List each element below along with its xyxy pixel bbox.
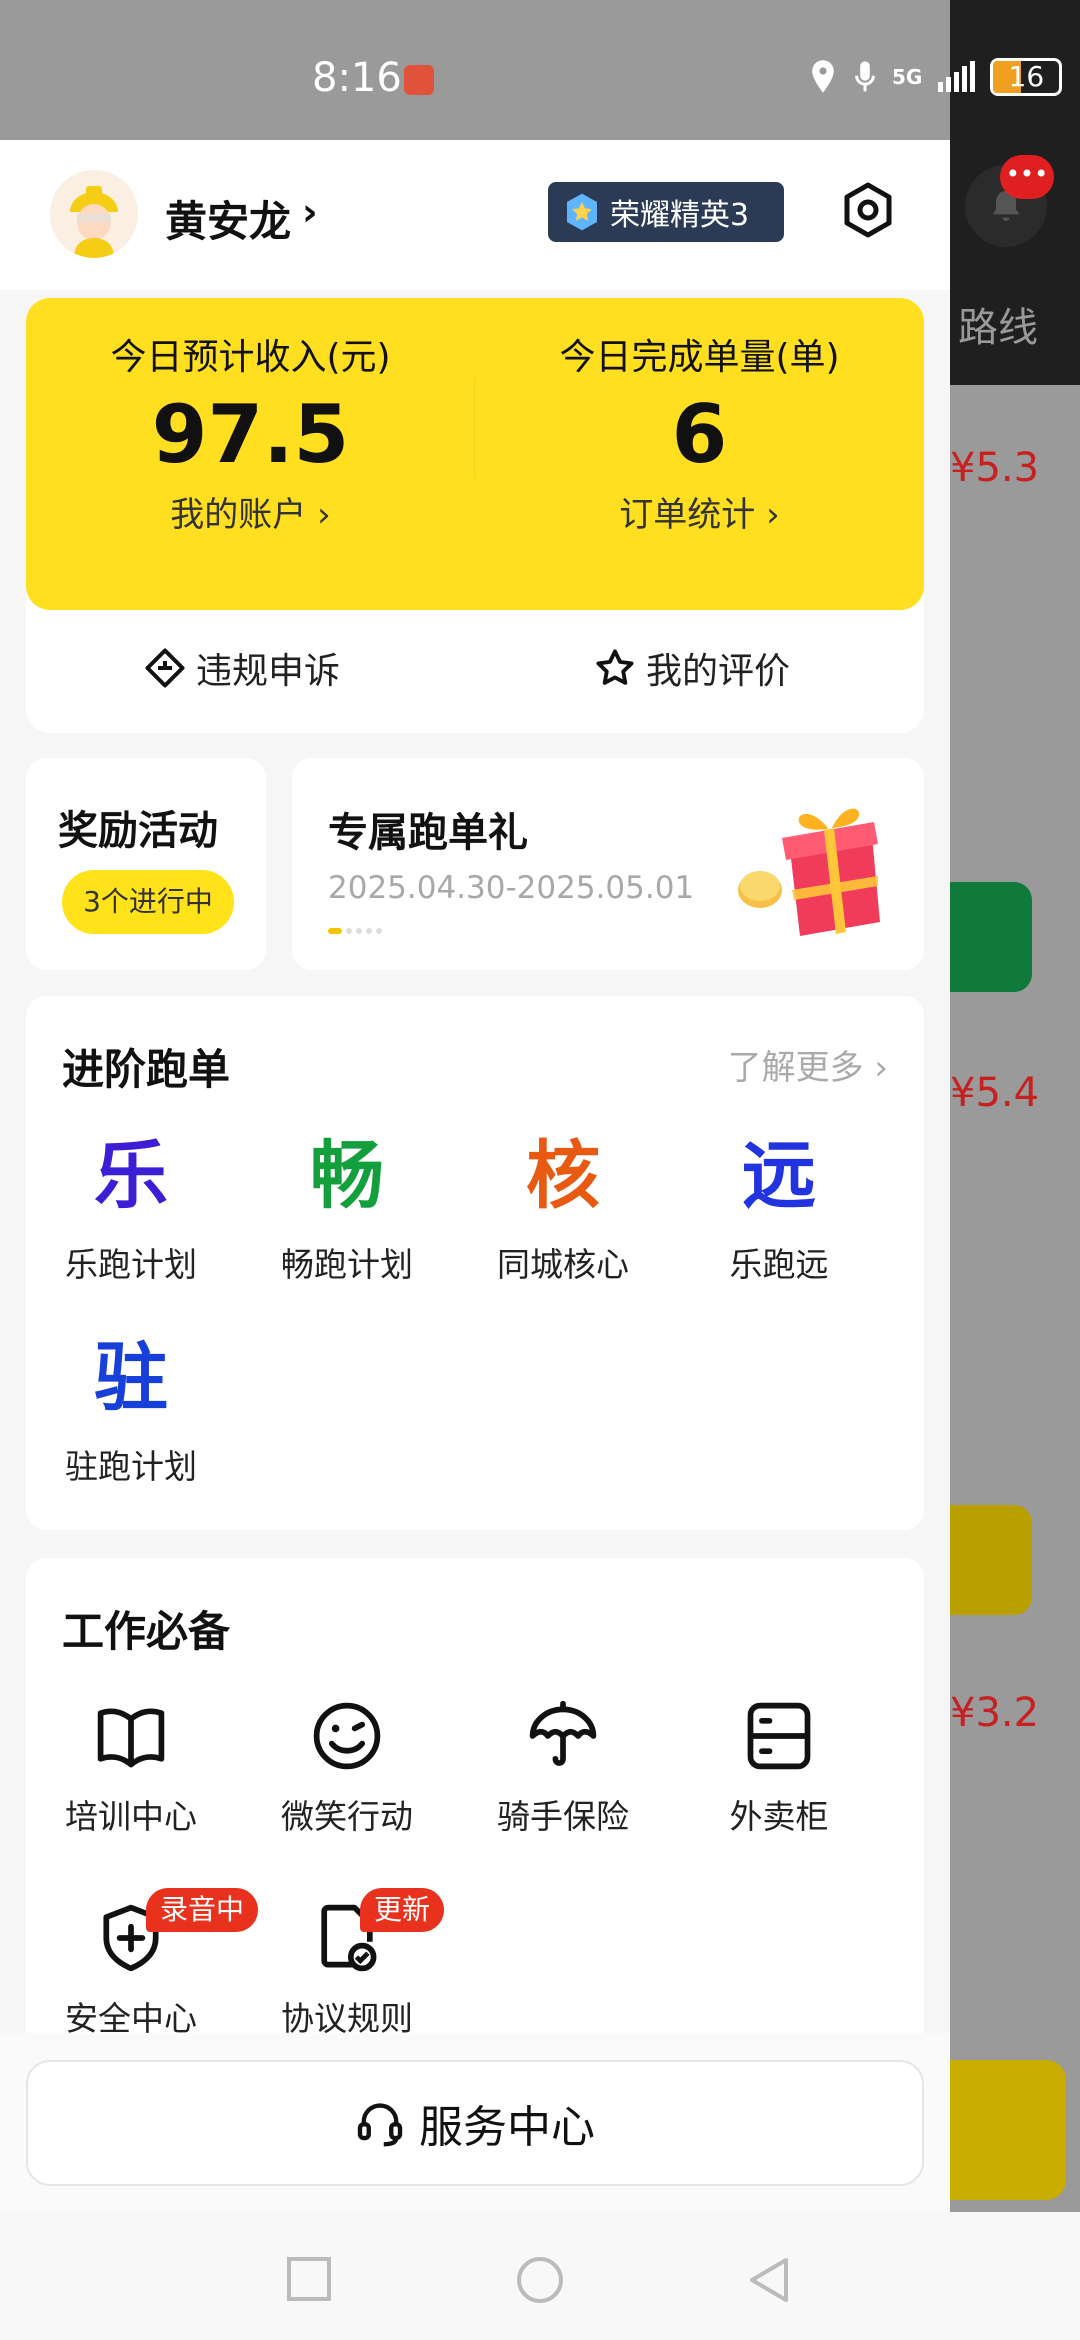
status-time: 8:16: [312, 55, 402, 101]
background-nav-strip: [950, 2212, 1080, 2340]
settings-gear-icon[interactable]: [838, 180, 898, 240]
notification-badge: •••: [1000, 155, 1054, 199]
promo-banner[interactable]: 专属跑单礼 2025.04.30-2025.05.01: [292, 758, 924, 970]
battery-icon: 16: [990, 58, 1063, 96]
rider-insurance[interactable]: 骑手保险: [458, 1698, 668, 1838]
my-account-link[interactable]: 我的账户 ›: [26, 487, 475, 536]
station-glyph-icon: 驻: [94, 1335, 168, 1421]
core-glyph-icon: 核: [526, 1133, 600, 1219]
plan-chang-run[interactable]: 畅 畅跑计划: [242, 1126, 452, 1286]
section-title: 进阶跑单: [62, 1045, 231, 1094]
recording-indicator-icon: [404, 65, 434, 95]
update-tag: 更新: [360, 1888, 445, 1932]
rank-badge[interactable]: 荣耀精英3: [548, 182, 784, 242]
plan-le-run[interactable]: 乐 乐跑计划: [26, 1126, 236, 1286]
carousel-indicator: [328, 928, 382, 934]
training-center[interactable]: 培训中心: [26, 1698, 236, 1838]
reward-count-badge: 3个进行中: [62, 870, 234, 934]
orders-label: 今日完成单量(单): [559, 337, 840, 378]
orders-value: 6: [671, 388, 728, 481]
order-price: ¥3.2: [950, 1690, 1040, 1736]
my-rating-button[interactable]: 我的评价: [594, 642, 790, 694]
back-icon[interactable]: [746, 2256, 790, 2304]
avatar[interactable]: [50, 170, 138, 258]
system-navigation-bar: [0, 2212, 950, 2340]
income-label: 今日预计收入(元): [110, 337, 391, 378]
smile-action[interactable]: 微笑行动: [242, 1698, 452, 1838]
orders-stat[interactable]: 今日完成单量(单) 6 订单统计 ›: [475, 328, 924, 536]
safety-center[interactable]: 录音中 安全中心: [26, 1888, 259, 2040]
background-action-button: [950, 2060, 1066, 2200]
smile-icon: [313, 1702, 381, 1770]
location-icon: [812, 60, 834, 93]
user-name[interactable]: 黄安龙: [165, 188, 291, 249]
agreement-rules[interactable]: 更新 协议规则: [242, 1888, 452, 2040]
gift-box-icon: [738, 808, 880, 936]
status-bar: 8:16 5G 16: [0, 0, 1080, 140]
appeal-diamond-icon: [145, 648, 185, 688]
umbrella-icon: [529, 1700, 597, 1766]
le-glyph-icon: 乐: [94, 1133, 168, 1219]
recent-apps-icon[interactable]: [286, 2256, 332, 2302]
plan-station-run[interactable]: 驻 驻跑计划: [26, 1328, 236, 1488]
takeout-locker[interactable]: 外卖柜: [674, 1698, 884, 1838]
book-icon: [97, 1708, 165, 1768]
rank-star-icon: [567, 193, 597, 231]
headset-icon: [357, 2103, 403, 2147]
section-title: 工作必备: [62, 1607, 231, 1656]
background-yellow-button: [950, 1505, 1032, 1615]
reward-title: 奖励活动: [58, 808, 218, 854]
drawer-header: 黄安龙 › 荣耀精英3: [0, 140, 950, 290]
plan-city-core[interactable]: 核 同城核心: [458, 1126, 668, 1286]
chang-glyph-icon: 畅: [310, 1133, 384, 1219]
rank-label: 荣耀精英3: [610, 198, 750, 233]
promo-title: 专属跑单礼: [328, 810, 528, 856]
status-icons: 5G 16: [808, 58, 1063, 96]
signal-icon: [938, 61, 976, 92]
chevron-right-icon[interactable]: ›: [302, 190, 318, 234]
order-price: ¥5.4: [950, 1070, 1040, 1116]
locker-icon: [747, 1702, 811, 1770]
far-glyph-icon: 远: [742, 1133, 816, 1219]
earnings-card: 今日预计收入(元) 97.5 我的账户 › 今日完成单量(单) 6 订单统计 ›: [26, 298, 924, 610]
order-price: ¥5.3: [950, 445, 1040, 491]
service-center-button[interactable]: 服务中心: [26, 2060, 924, 2186]
reward-activity-card[interactable]: 奖励活动 3个进行中: [26, 758, 266, 970]
home-icon[interactable]: [516, 2256, 564, 2304]
appeal-button[interactable]: 违规申诉: [144, 642, 340, 694]
star-icon: [596, 649, 634, 685]
microphone-icon: [855, 61, 875, 92]
learn-more-link[interactable]: 了解更多 ›: [728, 1040, 888, 1089]
income-value: 97.5: [151, 388, 350, 481]
advanced-running-section: 进阶跑单 了解更多 › 乐 乐跑计划 畅 畅跑计划 核 同城核心 远 乐跑远 驻…: [26, 996, 924, 1530]
route-tab[interactable]: 路线: [958, 295, 1038, 353]
plan-le-far[interactable]: 远 乐跑远: [674, 1126, 884, 1286]
network-type: 5G: [892, 65, 923, 89]
order-stats-link[interactable]: 订单统计 ›: [475, 487, 924, 536]
background-green-button: [950, 882, 1032, 992]
income-stat[interactable]: 今日预计收入(元) 97.5 我的账户 ›: [26, 328, 475, 536]
profile-drawer: 黄安龙 › 荣耀精英3 违规申诉 我的评价 今日预计收入(元) 97.5 我的账…: [0, 140, 950, 2340]
promo-date-range: 2025.04.30-2025.05.01: [328, 870, 695, 906]
